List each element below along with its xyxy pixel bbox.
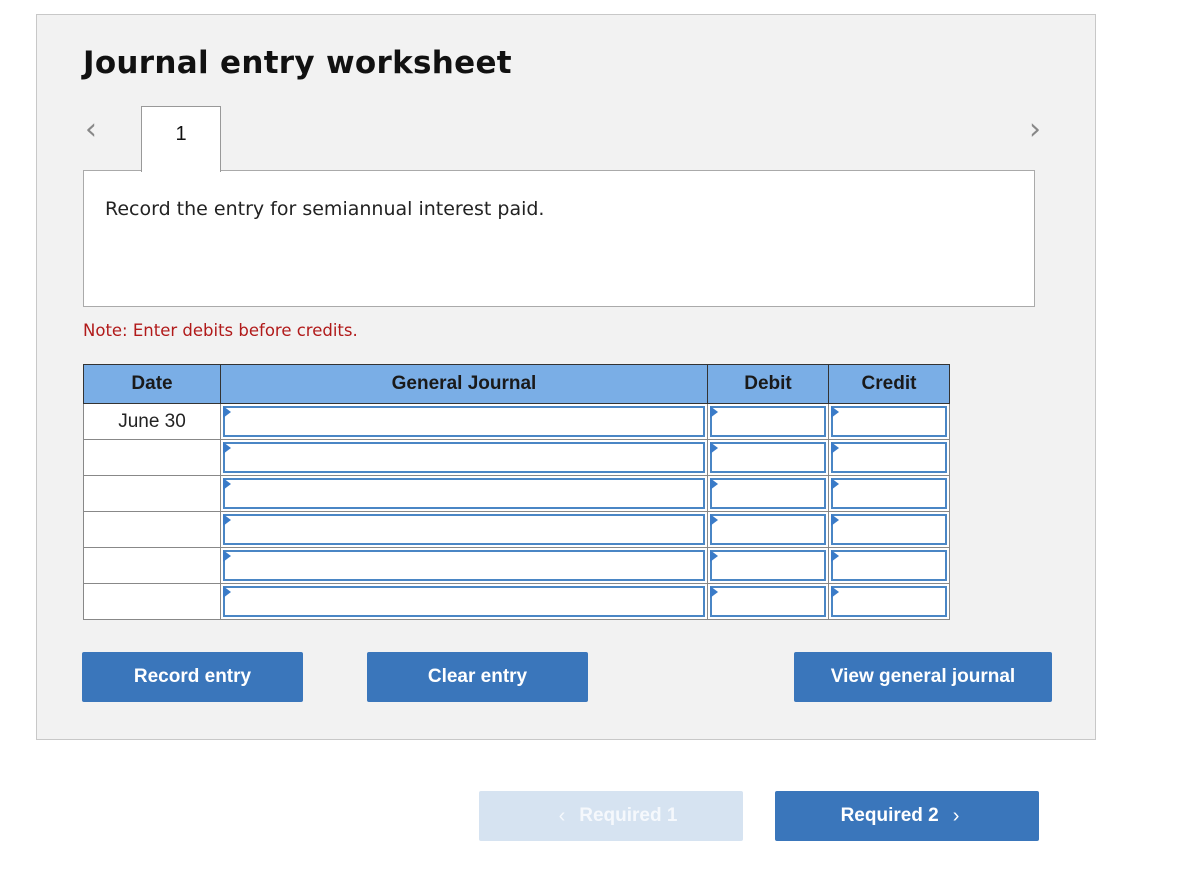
debit-input[interactable] [710, 586, 826, 617]
credit-cell [828, 403, 950, 440]
tab-1[interactable]: 1 [141, 106, 221, 172]
account-input[interactable] [223, 514, 705, 545]
debit-cell [707, 547, 829, 584]
prev-required-button[interactable]: ‹ Required 1 [479, 791, 743, 841]
credit-cell [828, 439, 950, 476]
table-row [83, 439, 950, 476]
account-input[interactable] [223, 478, 705, 509]
credit-cell [828, 547, 950, 584]
credit-input[interactable] [831, 550, 947, 581]
dropdown-marker-icon [223, 550, 231, 562]
account-cell [220, 475, 708, 512]
note-text: Note: Enter debits before credits. [83, 321, 358, 340]
chevron-right-icon: › [1029, 112, 1041, 147]
debit-input[interactable] [710, 478, 826, 509]
dropdown-marker-icon [831, 586, 839, 598]
dropdown-marker-icon [710, 586, 718, 598]
next-required-label: Required 2 [840, 805, 939, 826]
table-row [83, 475, 950, 512]
next-tab-button[interactable]: › [1029, 115, 1041, 145]
prev-tab-button[interactable]: ‹ [85, 115, 97, 145]
credit-input[interactable] [831, 442, 947, 473]
record-entry-button[interactable]: Record entry [82, 652, 303, 702]
debit-cell [707, 583, 829, 620]
header-general-journal: General Journal [220, 364, 708, 404]
dropdown-marker-icon [223, 586, 231, 598]
header-credit: Credit [828, 364, 950, 404]
credit-input[interactable] [831, 586, 947, 617]
debit-input[interactable] [710, 514, 826, 545]
account-cell [220, 583, 708, 620]
worksheet-title: Journal entry worksheet [83, 45, 512, 81]
debit-input[interactable] [710, 406, 826, 437]
worksheet-panel: Journal entry worksheet ‹ › 1 Record the… [36, 14, 1096, 740]
dropdown-marker-icon [710, 442, 718, 454]
dropdown-marker-icon [710, 550, 718, 562]
dropdown-marker-icon [710, 406, 718, 418]
credit-input[interactable] [831, 514, 947, 545]
table-row [83, 583, 950, 620]
credit-cell [828, 583, 950, 620]
dropdown-marker-icon [831, 406, 839, 418]
table-row [83, 511, 950, 548]
dropdown-marker-icon [710, 478, 718, 490]
account-input[interactable] [223, 406, 705, 437]
date-cell [83, 439, 221, 476]
dropdown-marker-icon [223, 406, 231, 418]
tab-label: 1 [175, 123, 187, 145]
dropdown-marker-icon [223, 514, 231, 526]
clear-entry-button[interactable]: Clear entry [367, 652, 588, 702]
debit-cell [707, 511, 829, 548]
date-cell: June 30 [83, 403, 221, 440]
debit-cell [707, 403, 829, 440]
account-cell [220, 511, 708, 548]
table-row [83, 547, 950, 584]
prompt-text: Record the entry for semiannual interest… [105, 198, 545, 220]
dropdown-marker-icon [223, 442, 231, 454]
prompt-box: Record the entry for semiannual interest… [83, 170, 1035, 307]
date-cell [83, 547, 221, 584]
prev-required-label: Required 1 [579, 805, 678, 826]
debit-input[interactable] [710, 442, 826, 473]
credit-cell [828, 475, 950, 512]
debit-cell [707, 475, 829, 512]
account-cell [220, 439, 708, 476]
dropdown-marker-icon [223, 478, 231, 490]
dropdown-marker-icon [831, 550, 839, 562]
header-date: Date [83, 364, 221, 404]
next-required-button[interactable]: Required 2 › [775, 791, 1039, 841]
debit-cell [707, 439, 829, 476]
table-row: June 30 [83, 403, 950, 440]
chevron-left-icon: ‹ [558, 804, 566, 827]
date-cell [83, 511, 221, 548]
date-cell [83, 475, 221, 512]
dropdown-marker-icon [831, 478, 839, 490]
chevron-right-icon: › [952, 804, 960, 827]
chevron-left-icon: ‹ [85, 112, 97, 147]
dropdown-marker-icon [710, 514, 718, 526]
account-cell [220, 547, 708, 584]
credit-cell [828, 511, 950, 548]
dropdown-marker-icon [831, 442, 839, 454]
account-cell [220, 403, 708, 440]
credit-input[interactable] [831, 406, 947, 437]
account-input[interactable] [223, 586, 705, 617]
journal-table: Date General Journal Debit Credit June 3… [83, 364, 950, 620]
view-general-journal-button[interactable]: View general journal [794, 652, 1052, 702]
dropdown-marker-icon [831, 514, 839, 526]
table-header-row: Date General Journal Debit Credit [83, 364, 950, 404]
account-input[interactable] [223, 550, 705, 581]
debit-input[interactable] [710, 550, 826, 581]
date-cell [83, 583, 221, 620]
header-debit: Debit [707, 364, 829, 404]
credit-input[interactable] [831, 478, 947, 509]
account-input[interactable] [223, 442, 705, 473]
